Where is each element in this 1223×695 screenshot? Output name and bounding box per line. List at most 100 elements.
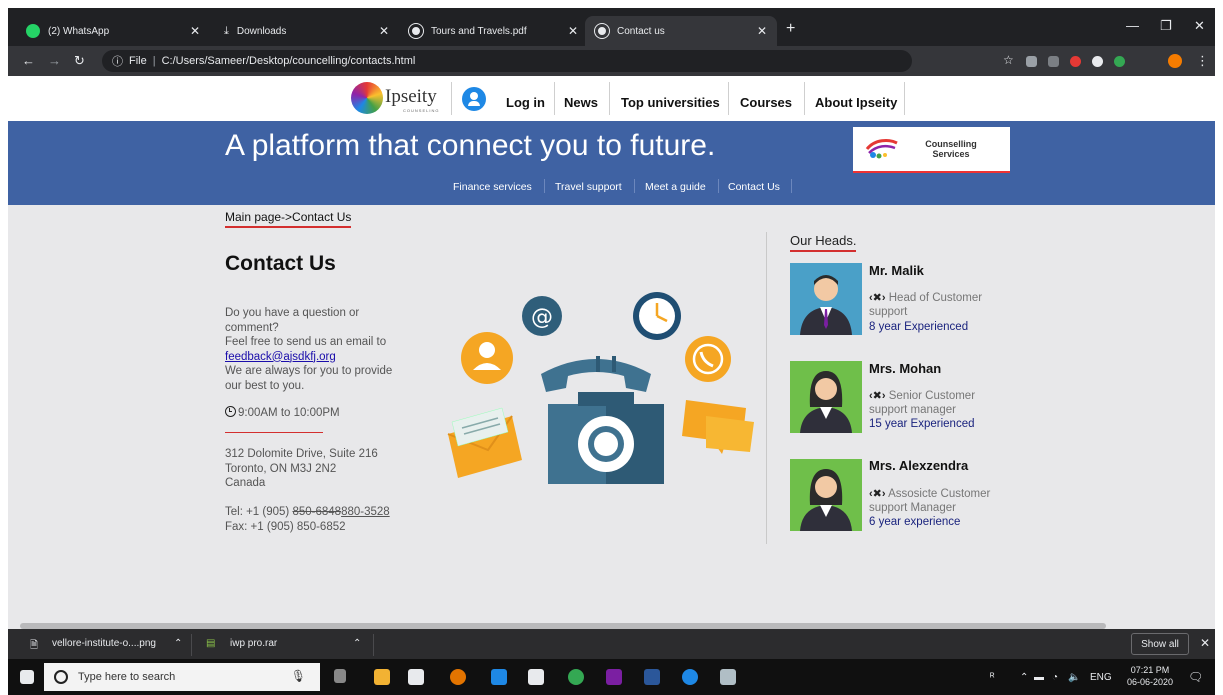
reload-button[interactable]: ↻: [74, 53, 85, 69]
search-icon: [54, 670, 68, 684]
phone-link[interactable]: 880-3528: [341, 506, 390, 518]
business-hours: 9:00AM to 10:00PM: [225, 406, 340, 421]
person-name: Mr. Malik: [869, 263, 924, 278]
tab-close-icon[interactable]: ✕: [568, 24, 578, 38]
counselling-services-logo: Counselling Services: [853, 127, 1010, 173]
chrome-icon[interactable]: [450, 669, 466, 685]
file-explorer-icon[interactable]: [374, 669, 390, 685]
avatar-male: [790, 263, 862, 335]
language-indicator[interactable]: ENG: [1090, 672, 1112, 683]
back-button[interactable]: ←: [22, 53, 35, 68]
tab-close-icon[interactable]: ✕: [379, 24, 389, 38]
bookmark-star-icon[interactable]: ☆: [1003, 53, 1014, 67]
forward-button[interactable]: →: [48, 53, 61, 68]
person-icon: [800, 275, 852, 335]
download-item[interactable]: vellore-institute-o....png: [52, 638, 156, 649]
tab-close-icon[interactable]: ✕: [757, 24, 767, 38]
windows-start-icon[interactable]: [20, 670, 34, 684]
person-role: ‹✖› Assosicte Customer support Manager: [869, 488, 991, 514]
tools-icon: ‹✖›: [869, 488, 886, 500]
whatsapp-icon: [26, 24, 40, 38]
windows-taskbar: Type here to search 🎙 ᴿ ⌃ ▬ ◔ 🔈 ENG 07:2…: [8, 659, 1215, 695]
new-tab-button[interactable]: +: [786, 20, 795, 38]
download-icon: ⤓: [224, 24, 229, 37]
system-clock[interactable]: 07:21 PM 06-06-2020: [1125, 664, 1175, 688]
app-icon[interactable]: [568, 669, 584, 685]
avatar-female: [790, 459, 862, 531]
extension-icon[interactable]: [1048, 56, 1059, 67]
paint-icon[interactable]: [720, 669, 736, 685]
microphone-icon[interactable]: 🎙: [291, 669, 306, 683]
link-travel-support[interactable]: Travel support: [555, 181, 622, 193]
archive-icon: ▤: [206, 638, 216, 649]
nav-login[interactable]: Log in: [506, 95, 545, 110]
tab-whatsapp[interactable]: (2) WhatsApp ✕: [16, 16, 210, 46]
word-icon[interactable]: [644, 669, 660, 685]
tools-icon: ‹✖›: [869, 292, 886, 304]
divider: [225, 432, 323, 433]
close-window-button[interactable]: ✕: [1194, 18, 1205, 34]
edge-icon[interactable]: [682, 669, 698, 685]
chevron-up-icon[interactable]: ⌃: [174, 638, 182, 649]
ipseity-logo[interactable]: Ipseity COUNSELING: [351, 80, 443, 116]
download-item[interactable]: iwp pro.rar: [230, 638, 277, 649]
svg-text:@: @: [531, 305, 553, 330]
phone-fax: Tel: +1 (905) 850-6848880-3528 Fax: +1 (…: [225, 506, 390, 533]
extension-icon[interactable]: [1092, 56, 1103, 67]
tab-tours-pdf[interactable]: Tours and Travels.pdf ✕: [399, 16, 588, 46]
address: 312 Dolomite Drive, Suite 216 Toronto, O…: [225, 448, 378, 489]
profile-avatar[interactable]: [1168, 54, 1182, 68]
show-all-button[interactable]: Show all: [1131, 633, 1189, 655]
file-icon: 🗎: [30, 640, 39, 651]
people-icon[interactable]: ᴿ: [990, 672, 995, 683]
downloads-bar: 🗎 vellore-institute-o....png ⌃ ▤ iwp pro…: [8, 629, 1215, 659]
nav-news[interactable]: News: [564, 95, 598, 110]
link-finance-services[interactable]: Finance services: [453, 181, 532, 193]
nav-about[interactable]: About Ipseity: [815, 95, 897, 110]
notifications-icon[interactable]: 🗨: [1188, 670, 1203, 684]
tools-icon: ‹✖›: [869, 390, 886, 402]
task-view-icon[interactable]: [334, 669, 346, 683]
link-meet-a-guide[interactable]: Meet a guide: [645, 181, 706, 193]
store-icon[interactable]: [408, 669, 424, 685]
contact-intro: Do you have a question or comment? Feel …: [225, 307, 393, 392]
extension-icon[interactable]: [1026, 56, 1037, 67]
link-contact-us[interactable]: Contact Us: [728, 181, 780, 193]
extension-icon[interactable]: [1070, 56, 1081, 67]
tab-close-icon[interactable]: ✕: [190, 24, 200, 38]
minimize-button[interactable]: —: [1126, 18, 1139, 33]
clock-icon: [225, 406, 236, 417]
wifi-icon[interactable]: ◔: [1052, 672, 1058, 683]
breadcrumb[interactable]: Main page->Contact Us: [225, 210, 352, 228]
document-icon[interactable]: [528, 669, 544, 685]
person-experience: 8 year Experienced: [869, 321, 969, 333]
close-icon[interactable]: ✕: [1200, 636, 1210, 650]
nav-courses[interactable]: Courses: [740, 95, 792, 110]
fingerprint-logo-icon: [351, 82, 383, 114]
nav-top-universities[interactable]: Top universities: [621, 95, 720, 110]
browser-toolbar: ← → ↻ ⓘ File | C:/Users/Sameer/Desktop/c…: [8, 46, 1215, 76]
person-role: ‹✖› Senior Customer support manager: [869, 390, 976, 416]
tab-contact-us[interactable]: Contact us ✕: [585, 16, 777, 46]
chevron-up-icon[interactable]: ⌃: [353, 638, 361, 649]
telephone-illustration: @: [447, 292, 754, 484]
extension-icon[interactable]: [1114, 56, 1125, 67]
browser-tabstrip: (2) WhatsApp ✕ ⤓ Downloads ✕ Tours and T…: [8, 8, 1215, 46]
volume-icon[interactable]: 🔈: [1068, 672, 1080, 683]
battery-icon[interactable]: ▬: [1034, 672, 1044, 683]
taskbar-search[interactable]: Type here to search 🎙: [44, 663, 320, 691]
winrar-icon[interactable]: [606, 669, 622, 685]
user-icon[interactable]: [462, 87, 486, 111]
maximize-button[interactable]: ❐: [1160, 18, 1172, 34]
chevron-up-icon[interactable]: ⌃: [1020, 672, 1028, 683]
page-title: Contact Us: [225, 252, 336, 275]
person-experience: 15 year Experienced: [869, 418, 975, 430]
address-bar[interactable]: ⓘ File | C:/Users/Sameer/Desktop/councel…: [102, 50, 912, 72]
teamviewer-icon[interactable]: [491, 669, 507, 685]
info-icon: ⓘ: [112, 56, 123, 68]
menu-kebab-icon[interactable]: ⋮: [1196, 53, 1209, 69]
person-icon: [800, 371, 852, 433]
heads-title: Our Heads.: [790, 233, 857, 252]
tab-downloads[interactable]: ⤓ Downloads ✕: [214, 16, 399, 46]
email-link[interactable]: feedback@ajsdkfj.org: [225, 351, 336, 363]
